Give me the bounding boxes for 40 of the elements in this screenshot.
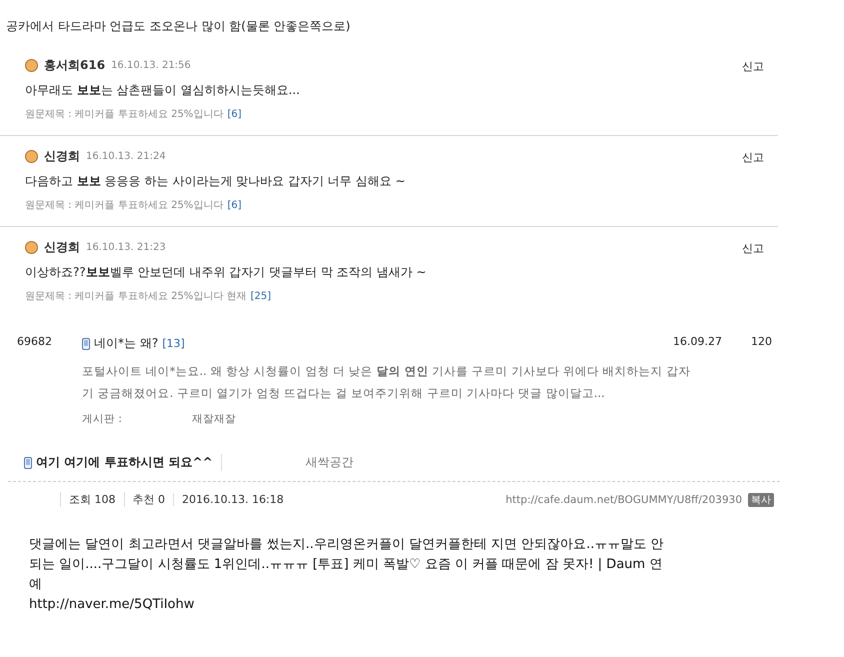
comment-author[interactable]: 신경희 [44, 239, 80, 256]
mobile-phone-icon [82, 338, 90, 350]
comment-text: 아무래도 보보는 삼촌팬들이 열심히하시는듯해요... [25, 82, 301, 99]
headline-text: 공카에서 타드라마 언급도 조오온나 많이 함(물론 안좋은쪽으로) [6, 19, 350, 33]
comment-text: 다음하고 보보 응응응 하는 사이라는게 맞나바요 갑자기 너무 심해요 ~ [25, 173, 406, 190]
view-count: 120 [750, 335, 772, 350]
avatar-icon [25, 59, 38, 72]
article-date: 2016.10.13. 16:18 [173, 493, 292, 506]
avatar-icon [25, 150, 38, 163]
comment-time: 16.10.13. 21:24 [86, 151, 166, 162]
article-title: 여기 여기에 투표하시면 되요^^ [36, 454, 222, 471]
post-date: 16.09.27 [672, 335, 722, 350]
report-link[interactable]: 신고 [742, 150, 764, 165]
source-title: 원문제목 : 케미커플 투표하세요 25%입니다 [25, 199, 224, 212]
report-link[interactable]: 신고 [742, 59, 764, 74]
category-name[interactable]: 새싹공간 [306, 454, 354, 471]
board-label: 게시판 : [82, 412, 123, 426]
post-number: 69682 [17, 335, 53, 350]
comment-count-link[interactable]: [6] [227, 108, 242, 120]
post-title[interactable]: 네이*는 왜? [94, 335, 158, 352]
article-url: http://cafe.daum.net/BOGUMMY/U8ff/203930 [506, 494, 742, 506]
post-excerpt: 포털사이트 네이*는요.. 왜 항상 시청률이 엄청 더 낮은 달의 연인 기사를 구르미 기사보다 위에다 배치하는지 갑자기 궁금해졌어요. 구르미 열기가 엄청 뜨겁다는 걸 보여주기위해 구르미 기사마다 댓글 많이달고... [82, 363, 692, 402]
avatar-icon [25, 241, 38, 254]
view-count: 조회 108 [60, 492, 124, 507]
comment-count-link[interactable]: [25] [250, 290, 272, 302]
comment-count-link[interactable]: [6] [227, 200, 242, 210]
comment-count-link[interactable]: [13] [162, 337, 185, 350]
comment-author[interactable]: 신경희 [44, 148, 80, 165]
comment-author[interactable]: 홍서희616 [44, 57, 106, 74]
comment-text: 이상하죠??보보벨루 안보던데 내주위 갑자기 댓글부터 막 조작의 냄새가 ~ [25, 264, 428, 281]
copy-button[interactable]: 복사 [748, 492, 774, 506]
comment-time: 16.10.13. 21:56 [111, 60, 191, 71]
like-count: 추천 0 [124, 492, 173, 507]
comment-time: 16.10.13. 21:23 [86, 242, 166, 253]
source-title: 원문제목 : 케미커플 투표하세요 25%입니다 [25, 108, 224, 121]
source-title: 원문제목 : 케미커플 투표하세요 25%입니다 현재 [25, 290, 246, 303]
board-name: 재잘재잘 [192, 412, 236, 426]
article-link[interactable]: http://naver.me/5QTiIohw [29, 595, 194, 615]
mobile-phone-icon [24, 456, 32, 468]
report-link[interactable]: 신고 [742, 241, 764, 256]
